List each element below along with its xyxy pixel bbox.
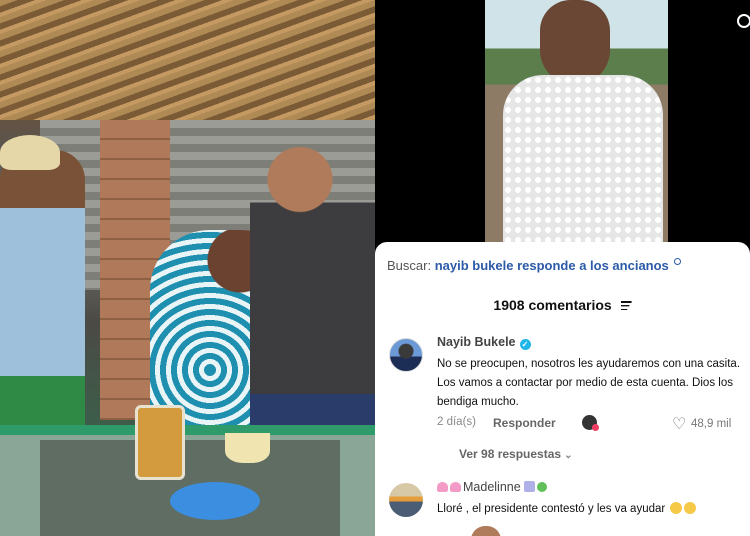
thatched-roof xyxy=(0,0,375,120)
chevron-down-icon: ⌄ xyxy=(564,450,573,461)
pink-heart-icon xyxy=(437,482,448,492)
crying-emoji-icon xyxy=(670,502,683,514)
comments-count: 1908 comentarios xyxy=(493,297,612,313)
search-icon xyxy=(674,258,682,265)
blue-plate xyxy=(170,482,260,520)
like-count: 48,9 mil xyxy=(691,418,732,430)
comment-text: No se preocupen, nosotros les ayudaremos… xyxy=(437,358,741,408)
search-query[interactable]: nayib bukele responde a los ancianos xyxy=(435,258,669,273)
clover-icon xyxy=(536,482,547,492)
bowl xyxy=(225,433,270,463)
sort-icon[interactable] xyxy=(620,301,632,310)
emoji-icon xyxy=(523,481,535,492)
young-man-figure xyxy=(250,130,375,460)
verified-badge-icon: ✓ xyxy=(519,339,531,350)
comment-author[interactable]: Madelinne xyxy=(437,480,547,494)
elderly-man-figure xyxy=(0,150,85,440)
jar xyxy=(135,405,185,480)
comment-text: Lloré , el presidente contestó y les va … xyxy=(437,500,697,515)
avatar[interactable] xyxy=(389,338,423,372)
comment-author[interactable]: Nayib Bukele ✓ xyxy=(437,335,531,350)
elderly-woman-head xyxy=(540,0,610,85)
creator-liked-icon xyxy=(582,415,599,431)
reply-button[interactable]: Responder xyxy=(493,416,556,430)
elderly-woman-blouse xyxy=(503,75,663,242)
view-replies-button[interactable]: Ver 98 respuestas ⌄ xyxy=(459,447,572,461)
pink-heart-icon xyxy=(450,482,461,492)
straw-hat xyxy=(0,135,60,170)
crying-emoji-icon xyxy=(684,502,697,514)
avatar[interactable] xyxy=(389,483,423,517)
comments-count-header: 1908 comentarios xyxy=(375,297,750,313)
search-suggestion[interactable]: Buscar: nayib bukele responde a los anci… xyxy=(387,258,682,273)
avatar[interactable] xyxy=(471,526,501,536)
news-photo-left xyxy=(0,0,375,536)
heart-icon[interactable]: ♡ xyxy=(672,414,686,434)
comments-panel: Buscar: nayib bukele responde a los anci… xyxy=(375,242,750,536)
search-icon[interactable] xyxy=(737,14,750,28)
comment-time: 2 día(s) xyxy=(437,416,476,428)
search-prefix: Buscar: xyxy=(387,258,432,273)
